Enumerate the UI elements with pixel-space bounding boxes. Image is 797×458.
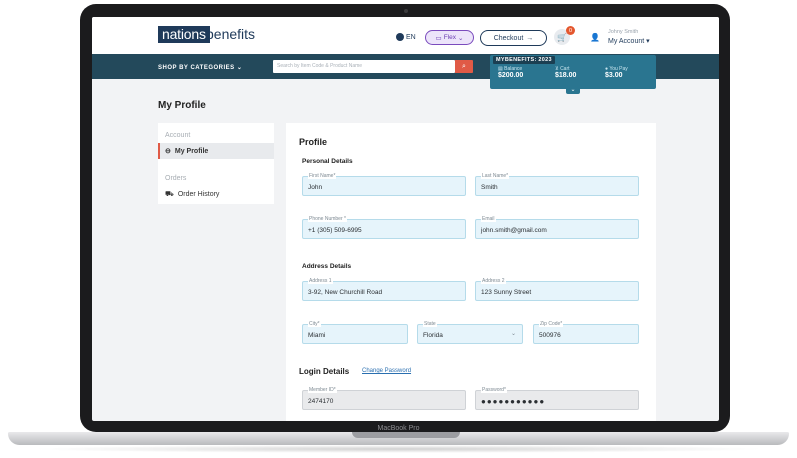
sidebar-item-my-profile[interactable]: ⊖ My Profile (165, 147, 209, 156)
arrow-right-icon: → (526, 34, 534, 42)
sidebar-heading-orders: Orders (165, 175, 187, 182)
password-value: ●●●●●●●●●●● (481, 397, 546, 406)
zip-value: 500976 (539, 332, 561, 339)
checkout-label: Checkout (493, 34, 524, 42)
balance-value: $200.00 (498, 72, 524, 79)
shop-by-categories[interactable]: SHOP BY CATEGORIES ⌄ (158, 64, 242, 71)
flex-label: Flex (443, 34, 456, 41)
user-circle-icon: ⊖ (165, 148, 171, 155)
device-label: MacBook Pro (377, 425, 420, 432)
last-name-value: Smith (481, 184, 498, 191)
sidebar-heading-account: Account (165, 132, 191, 139)
laptop-notch (352, 432, 460, 438)
my-account-label: My Account (608, 38, 645, 45)
phone-value: +1 (305) 509-6995 (308, 227, 362, 234)
sidebar-item-order-history[interactable]: ⛟ Order History (165, 190, 219, 199)
address1-label: Address 1 (308, 278, 333, 284)
balance-block: ▤ Balance $200.00 (498, 66, 523, 79)
chevron-down-icon: ⌄ (236, 65, 243, 71)
cart-total-value: $18.00 (555, 72, 577, 79)
first-name-label: First Name* (308, 173, 337, 179)
last-name-field[interactable]: Last Name* Smith (475, 173, 639, 196)
city-field[interactable]: City* Miami (302, 321, 408, 344)
logo-secondary[interactable]: benefits (206, 26, 255, 43)
flex-button[interactable]: ▭ Flex ⌄ (425, 30, 474, 45)
login-details-heading: Login Details (299, 367, 350, 376)
search-input[interactable]: Search by Item Code & Product Name (273, 60, 455, 73)
page-title: My Profile (158, 100, 206, 111)
truck-icon: ⛟ (165, 191, 174, 198)
you-pay-block: ● You Pay $3.00 (605, 66, 628, 79)
member-id-value: 2474170 (308, 398, 334, 405)
address2-field[interactable]: Address 2 123 Sunny Street (475, 278, 639, 301)
state-select[interactable]: State Florida ⌄ (417, 321, 523, 344)
chevron-down-icon: ⌄ (570, 87, 576, 93)
benefits-expand-toggle[interactable]: ⌄ (566, 87, 580, 94)
zip-field[interactable]: Zip Code* 500976 (533, 321, 639, 344)
city-value: Miami (308, 332, 326, 339)
first-name-value: John (308, 184, 323, 191)
profile-heading: Profile (299, 137, 328, 147)
member-id-label: Member ID* (308, 387, 337, 393)
logo-primary[interactable]: nations (158, 26, 210, 43)
password-label: Password* (481, 387, 507, 393)
user-name: Johny Smith (608, 29, 639, 35)
state-label: State (423, 321, 437, 327)
cart-total-block: ⊻ Cart $18.00 (555, 66, 576, 79)
laptop-shadow (30, 445, 767, 453)
card-icon: ▭ (435, 34, 442, 42)
sidebar-item-label: My Profile (174, 147, 209, 155)
camera-dot (404, 9, 408, 13)
state-value: Florida (423, 332, 443, 339)
search-icon: ⌕ (462, 62, 466, 70)
sidebar-item-label: Order History (177, 191, 220, 198)
address2-value: 123 Sunny Street (481, 289, 532, 296)
address-details-heading: Address Details (302, 263, 352, 270)
change-password-link[interactable]: Change Password (362, 368, 411, 374)
you-pay-value: $3.00 (605, 72, 623, 79)
member-id-field: Member ID* 2474170 (302, 387, 466, 410)
globe-icon (396, 33, 404, 41)
shop-label: SHOP BY CATEGORIES (158, 65, 235, 71)
address1-field[interactable]: Address 1 3-92, New Churchill Road (302, 278, 466, 301)
email-label: Email (481, 216, 496, 222)
password-field[interactable]: Password* ●●●●●●●●●●● (475, 387, 639, 410)
my-account-dropdown[interactable]: My Account ▾ (608, 37, 650, 45)
last-name-label: Last Name* (481, 173, 510, 179)
user-icon: 👤 (590, 33, 600, 42)
search-button[interactable]: ⌕ (455, 60, 473, 73)
address1-value: 3-92, New Churchill Road (308, 289, 383, 296)
email-field[interactable]: Email john.smith@gmail.com (475, 216, 639, 239)
language-label: EN (406, 33, 416, 41)
screen: nations benefits EN ▭ Flex ⌄ Checkout → … (92, 17, 719, 421)
phone-label: Phone Number * (308, 216, 347, 222)
profile-panel (286, 123, 656, 421)
address2-label: Address 2 (481, 278, 506, 284)
first-name-field[interactable]: First Name* John (302, 173, 466, 196)
chevron-down-icon: ⌄ (457, 34, 464, 42)
city-label: City* (308, 321, 321, 327)
language-selector[interactable]: EN (396, 33, 416, 41)
cart-icon: 🛒 (557, 32, 567, 42)
zip-label: Zip Code* (539, 321, 564, 327)
caret-down-icon: ▾ (646, 38, 650, 45)
chevron-down-icon: ⌄ (510, 331, 516, 337)
email-value: john.smith@gmail.com (481, 227, 547, 234)
cart-count-badge: 0 (566, 26, 575, 35)
checkout-button[interactable]: Checkout → (480, 30, 547, 46)
personal-details-heading: Personal Details (302, 158, 353, 165)
phone-field[interactable]: Phone Number * +1 (305) 509-6995 (302, 216, 466, 239)
benefits-title: MYBENEFITS: 2023 (493, 56, 555, 64)
